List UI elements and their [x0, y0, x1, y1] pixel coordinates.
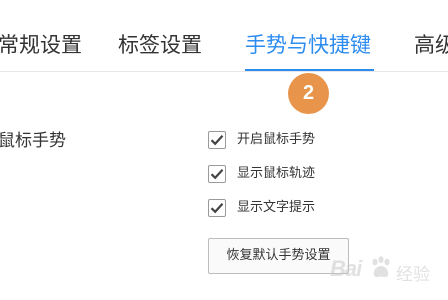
tab-gestures-shortcuts[interactable]: 手势与快捷键 [245, 30, 371, 60]
enable-mouse-gesture-label: 开启鼠标手势 [237, 132, 316, 147]
tab-tab-settings[interactable]: 标签设置 [118, 30, 202, 60]
watermark-suffix-text: 经验 [396, 265, 430, 285]
enable-mouse-gesture-option[interactable]: 开启鼠标手势 [208, 130, 315, 150]
restore-default-gestures-button[interactable]: 恢复默认手势设置 [208, 238, 349, 274]
show-mouse-trail-label: 显示鼠标轨迹 [237, 166, 316, 181]
show-text-hint-checkbox[interactable] [208, 199, 226, 217]
settings-tab-bar: 常规设置 标签设置 手势与快捷键 高级 [0, 0, 448, 72]
step-number-badge: 2 [288, 73, 329, 114]
show-text-hint-label: 显示文字提示 [237, 200, 316, 215]
checkmark-icon [210, 203, 224, 214]
show-mouse-trail-checkbox[interactable] [208, 165, 226, 183]
active-tab-indicator [245, 69, 374, 71]
tab-general-settings[interactable]: 常规设置 [0, 30, 82, 60]
checkmark-icon [210, 169, 224, 180]
paw-logo-icon [372, 256, 390, 278]
enable-mouse-gesture-checkbox[interactable] [208, 131, 226, 149]
show-mouse-trail-option[interactable]: 显示鼠标轨迹 [208, 164, 315, 184]
mouse-gesture-section-label: 鼠标手势 [0, 131, 66, 151]
checkmark-icon [210, 135, 224, 146]
show-text-hint-option[interactable]: 显示文字提示 [208, 198, 315, 218]
tab-advanced[interactable]: 高级 [414, 30, 448, 60]
